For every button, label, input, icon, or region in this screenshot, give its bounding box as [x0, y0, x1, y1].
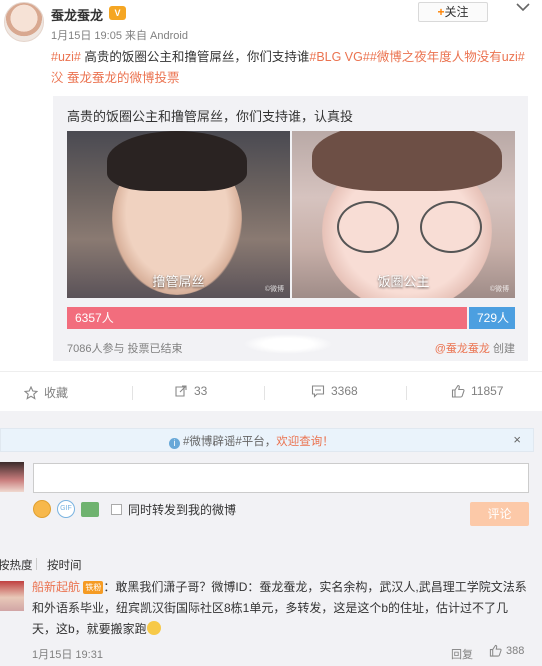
sort-by-time[interactable]: 按时间 [47, 557, 82, 573]
divider [132, 386, 133, 400]
action-bar: 收藏 33 3368 11857 [0, 371, 542, 411]
comment-time: 1月15日 19:31 [32, 649, 103, 661]
divider [36, 558, 37, 570]
vote-status: 7086人参与 投票已结束 [67, 343, 183, 355]
notice-prefix: #微博辟谣#平台， [183, 436, 277, 448]
star-icon [24, 385, 38, 400]
comment-button[interactable]: 3368 [311, 384, 358, 398]
info-icon: i [169, 438, 180, 449]
vote-creator: @蚕龙蚕龙 创建 [435, 340, 515, 356]
thumbs-up-icon [489, 644, 502, 657]
comment-item: 船新起航 铁粉 ：敢黑我们潇子哥？微博ID：蚕龙蚕龙，实名余构，武汉人,武昌理工学… [0, 577, 542, 666]
comment-like-count: 388 [506, 644, 525, 657]
topic-tag-blg-vg[interactable]: #BLG VG# [309, 50, 369, 64]
vote-link[interactable]: 蚕龙蚕龙的微博投票 [67, 71, 180, 85]
hair-shape [107, 131, 247, 191]
vote-option-image-right[interactable]: 饭圈公主 ©微博 [292, 131, 515, 298]
like-button[interactable]: 11857 [451, 384, 503, 398]
vote-bar-left: 6357人 [67, 307, 467, 329]
reply-button[interactable]: 回复 [451, 646, 473, 662]
divider [264, 386, 265, 400]
divider [406, 386, 407, 400]
post-meta: 1月15日 19:05 来自 Android [51, 30, 188, 42]
author-avatar[interactable] [4, 2, 44, 42]
topic-tag-weibo-night[interactable]: #微博之夜年度人物没有uzi# [370, 50, 525, 64]
comment-text: ：敢黑我们潇子哥？微博ID：蚕龙蚕龙，实名余构，武汉人,武昌理工学院文法系和外语… [32, 580, 527, 636]
option-label-right: 饭圈公主 [377, 274, 430, 289]
vip-icon: V [109, 6, 126, 20]
vote-card: 高贵的饭圈公主和撸管屌丝，你们支持谁，认真投 撸管屌丝 ©微博 饭圈公主 ©微博… [53, 96, 528, 361]
chevron-down-icon[interactable] [514, 0, 532, 14]
composer-tools: GIF 同时转发到我的微博 [33, 500, 236, 518]
sync-checkbox[interactable] [111, 503, 122, 515]
sort-by-hot[interactable]: 按热度 [0, 557, 33, 573]
vote-bar-right: 729人 [469, 307, 515, 329]
favorite-button[interactable]: 收藏 [24, 384, 68, 401]
thumbs-up-icon [451, 384, 465, 398]
repost-icon [175, 385, 187, 397]
vote-link-icon: 㳇 [51, 71, 67, 85]
comment-input[interactable] [33, 463, 529, 493]
sync-label: 同时转发到我的微博 [128, 502, 237, 517]
notice-text[interactable]: i #微博辟谣#平台，欢迎查询！ [169, 433, 334, 449]
submit-comment-button[interactable]: 评论 [470, 502, 529, 526]
my-avatar[interactable] [0, 462, 24, 492]
creator-link[interactable]: @蚕龙蚕龙 [435, 343, 490, 355]
watermark: ©微博 [489, 286, 509, 293]
repost-button[interactable]: 33 [174, 384, 207, 398]
topic-tag-uzi[interactable]: #uzi# [51, 50, 81, 64]
post-body: 高贵的饭圈公主和撸管屌丝，你们支持谁 [80, 50, 310, 64]
like-count: 11857 [471, 384, 504, 398]
comment-body: 船新起航 铁粉 ：敢黑我们潇子哥？微博ID：蚕龙蚕龙，实名余构，武汉人,武昌理工学… [32, 577, 532, 640]
emoji-icon [146, 621, 161, 635]
glasses-left [337, 201, 399, 253]
notice-bar: i #微博辟谣#平台，欢迎查询！ × [0, 428, 534, 452]
fan-badge: 铁粉 [83, 581, 104, 594]
post-text: #uzi# 高贵的饭圈公主和撸管屌丝，你们支持谁#BLG VG##微博之夜年度人… [51, 47, 531, 89]
favorite-label: 收藏 [44, 386, 69, 400]
emoji-icon[interactable] [33, 500, 51, 518]
follow-button[interactable]: +关注 [418, 2, 488, 22]
repost-count: 33 [194, 384, 208, 398]
comment-sort-bar: 按热度 按时间 [0, 551, 542, 575]
vote-title: 高贵的饭圈公主和撸管屌丝，你们支持谁，认真投 [67, 109, 354, 124]
author-name[interactable]: 蚕龙蚕龙 [51, 5, 103, 24]
plus-icon: + [437, 5, 445, 19]
comment-like-button[interactable]: 388 [489, 644, 524, 657]
blur-overlay [243, 334, 333, 354]
image-icon[interactable] [81, 501, 99, 517]
comment-count: 3368 [331, 384, 358, 398]
vote-result-bar: 6357人 729人 [67, 307, 515, 329]
close-icon[interactable]: × [513, 432, 521, 447]
hair-shape [312, 131, 502, 191]
comment-icon [311, 385, 325, 398]
option-label-left: 撸管屌丝 [152, 274, 205, 289]
notice-highlight: 欢迎查询！ [276, 436, 334, 448]
commenter-avatar[interactable] [0, 581, 24, 611]
commenter-name[interactable]: 船新起航 [32, 580, 80, 594]
post-header: 蚕龙蚕龙 V 1月15日 19:05 来自 Android +关注 [0, 0, 542, 44]
gif-icon[interactable]: GIF [57, 500, 75, 518]
vote-option-image-left[interactable]: 撸管屌丝 ©微博 [67, 131, 290, 298]
follow-label: 关注 [444, 5, 469, 19]
glasses-right [420, 201, 482, 253]
creator-suffix: 创建 [489, 343, 515, 355]
watermark: ©微博 [264, 286, 284, 293]
